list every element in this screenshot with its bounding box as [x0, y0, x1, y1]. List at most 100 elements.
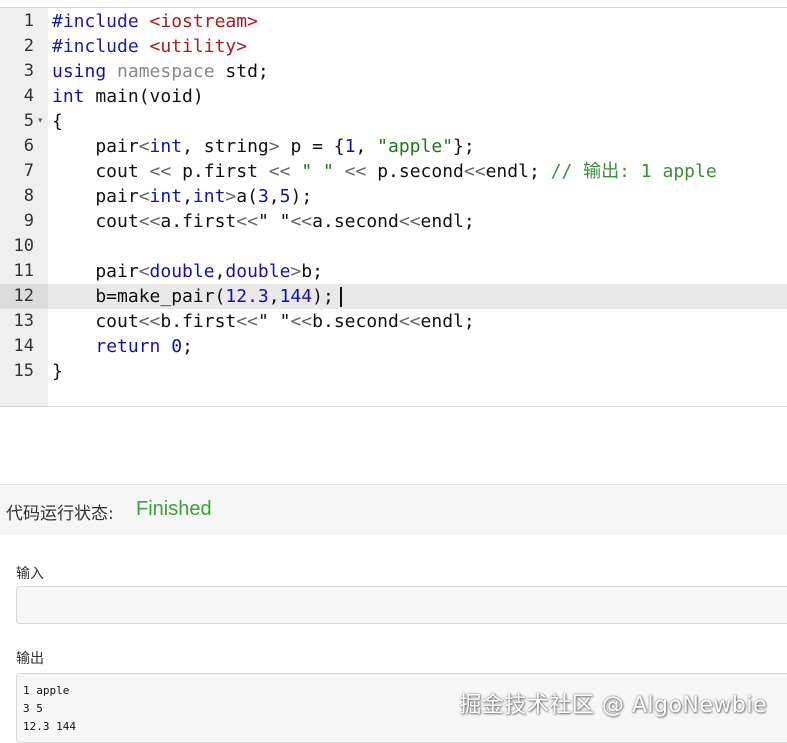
- code-token: ,: [214, 261, 226, 282]
- operator: <<: [138, 311, 161, 332]
- keyword: int: [149, 136, 183, 157]
- text-cursor: [339, 287, 342, 307]
- code-line-2[interactable]: 2 #include <utility>: [0, 34, 787, 59]
- directive: #include: [52, 11, 150, 32]
- code-token: p.second: [366, 161, 464, 182]
- code-text[interactable]: using namespace std;: [52, 59, 269, 84]
- code-token: , string: [182, 136, 269, 157]
- code-line-9[interactable]: 9 cout<<a.first<<" "<<a.second<<endl;: [0, 209, 787, 234]
- code-text[interactable]: #include <iostream>: [52, 9, 258, 34]
- line-number: 7: [23, 161, 34, 181]
- code-line-12-active[interactable]: 12 b=make_pair(12.3,144);: [0, 284, 787, 309]
- keyword: return: [95, 336, 161, 357]
- code-line-3[interactable]: 3 using namespace std;: [0, 59, 787, 84]
- run-status-value: Finished: [136, 498, 212, 520]
- code-text[interactable]: #include <utility>: [52, 34, 247, 59]
- code-line-13[interactable]: 13 cout<<b.first<<" "<<b.second<<endl;: [0, 309, 787, 334]
- keyword: using: [52, 61, 107, 82]
- code-text[interactable]: int main(void): [52, 84, 204, 109]
- code-line-10[interactable]: 10: [0, 234, 787, 259]
- code-token: " ": [257, 211, 291, 232]
- code-token: pair: [52, 186, 139, 207]
- code-token: b.second: [312, 311, 399, 332]
- operator: <<: [344, 161, 367, 182]
- code-text[interactable]: pair<double,double>b;: [52, 259, 323, 284]
- code-line-6[interactable]: 6 pair<int, string> p = {1, "apple"};: [0, 134, 787, 159]
- code-token: std;: [214, 61, 269, 82]
- code-token: cout: [52, 211, 139, 232]
- code-text[interactable]: return 0;: [52, 334, 193, 359]
- code-token: main(void): [84, 86, 204, 107]
- code-line-11[interactable]: 11 pair<double,double>b;: [0, 259, 787, 284]
- fold-arrow-icon[interactable]: ▾: [38, 109, 48, 134]
- code-text[interactable]: pair<int, string> p = {1, "apple"};: [52, 134, 475, 159]
- input-field[interactable]: [16, 586, 787, 624]
- line-number: 10: [13, 236, 34, 256]
- code-line-1[interactable]: 1 #include <iostream>: [0, 9, 787, 34]
- header-name: <iostream>: [149, 11, 258, 32]
- code-lines[interactable]: 1 #include <iostream> 2 #include <utilit…: [0, 9, 787, 384]
- code-token: );: [290, 186, 313, 207]
- code-token: endl;: [420, 211, 475, 232]
- operator: <: [138, 261, 150, 282]
- code-text[interactable]: b=make_pair(12.3,144);: [52, 284, 342, 309]
- line-number: 14: [13, 336, 34, 356]
- code-token: pair: [52, 261, 139, 282]
- line-number: 3: [23, 61, 34, 81]
- code-text[interactable]: cout << p.first << " " << p.second<<endl…: [52, 159, 717, 184]
- operator: <: [138, 136, 150, 157]
- run-status-bar: 代码运行状态: Finished: [0, 484, 787, 536]
- number-literal: 1: [344, 136, 356, 157]
- line-number: 15: [13, 361, 34, 381]
- code-line-14[interactable]: 14 return 0;: [0, 334, 787, 359]
- run-status-label: 代码运行状态:: [6, 504, 114, 524]
- keyword: double: [149, 261, 215, 282]
- code-line-15[interactable]: 15 }: [0, 359, 787, 384]
- string-literal: " ": [301, 161, 334, 182]
- code-text[interactable]: {: [52, 109, 63, 134]
- code-text[interactable]: pair<int,int>a(3,5);: [52, 184, 312, 209]
- output-line: 12.3 144: [23, 720, 76, 733]
- operator: <<: [398, 311, 421, 332]
- header-name: <utility>: [149, 36, 248, 57]
- keyword: double: [225, 261, 291, 282]
- code-line-4[interactable]: 4 int main(void): [0, 84, 787, 109]
- line-number: 13: [13, 311, 34, 331]
- code-token: " ": [257, 311, 291, 332]
- code-line-7[interactable]: 7 cout << p.first << " " << p.second<<en…: [0, 159, 787, 184]
- number-literal: 5: [279, 186, 291, 207]
- operator: <<: [149, 161, 172, 182]
- operator: >: [225, 186, 237, 207]
- operator: >: [268, 136, 280, 157]
- output-label: 输出: [16, 651, 44, 667]
- code-token: }: [52, 361, 63, 382]
- comment: // 输出: 1 apple: [550, 161, 717, 182]
- code-token: ;: [182, 336, 193, 357]
- line-number: 9: [23, 211, 34, 231]
- code-text[interactable]: cout<<a.first<<" "<<a.second<<endl;: [52, 209, 475, 234]
- top-border: [0, 0, 787, 8]
- number-literal: 144: [279, 286, 313, 307]
- code-line-5[interactable]: 5 ▾ {: [0, 109, 787, 134]
- code-token: b;: [301, 261, 323, 282]
- operator: <<: [236, 211, 258, 232]
- code-token: a(: [236, 186, 258, 207]
- code-text[interactable]: }: [52, 359, 63, 384]
- code-editor[interactable]: 1 #include <iostream> 2 #include <utilit…: [0, 8, 787, 407]
- code-token: b=make_pair(: [52, 286, 226, 307]
- code-line-8[interactable]: 8 pair<int,int>a(3,5);: [0, 184, 787, 209]
- code-token: cout: [52, 161, 150, 182]
- code-token: ,: [355, 136, 378, 157]
- code-token: a.second: [312, 211, 399, 232]
- line-number: 8: [23, 186, 34, 206]
- code-token: };: [453, 136, 475, 157]
- code-token: );: [312, 286, 334, 307]
- code-text[interactable]: cout<<b.first<<" "<<b.second<<endl;: [52, 309, 474, 334]
- io-panel: 输入 输出 1 apple 3 5 12.3 144 掘金技术社区 @ Algo…: [0, 535, 787, 743]
- code-token: {: [52, 111, 63, 132]
- operator: <<: [463, 161, 486, 182]
- operator: <<: [290, 211, 313, 232]
